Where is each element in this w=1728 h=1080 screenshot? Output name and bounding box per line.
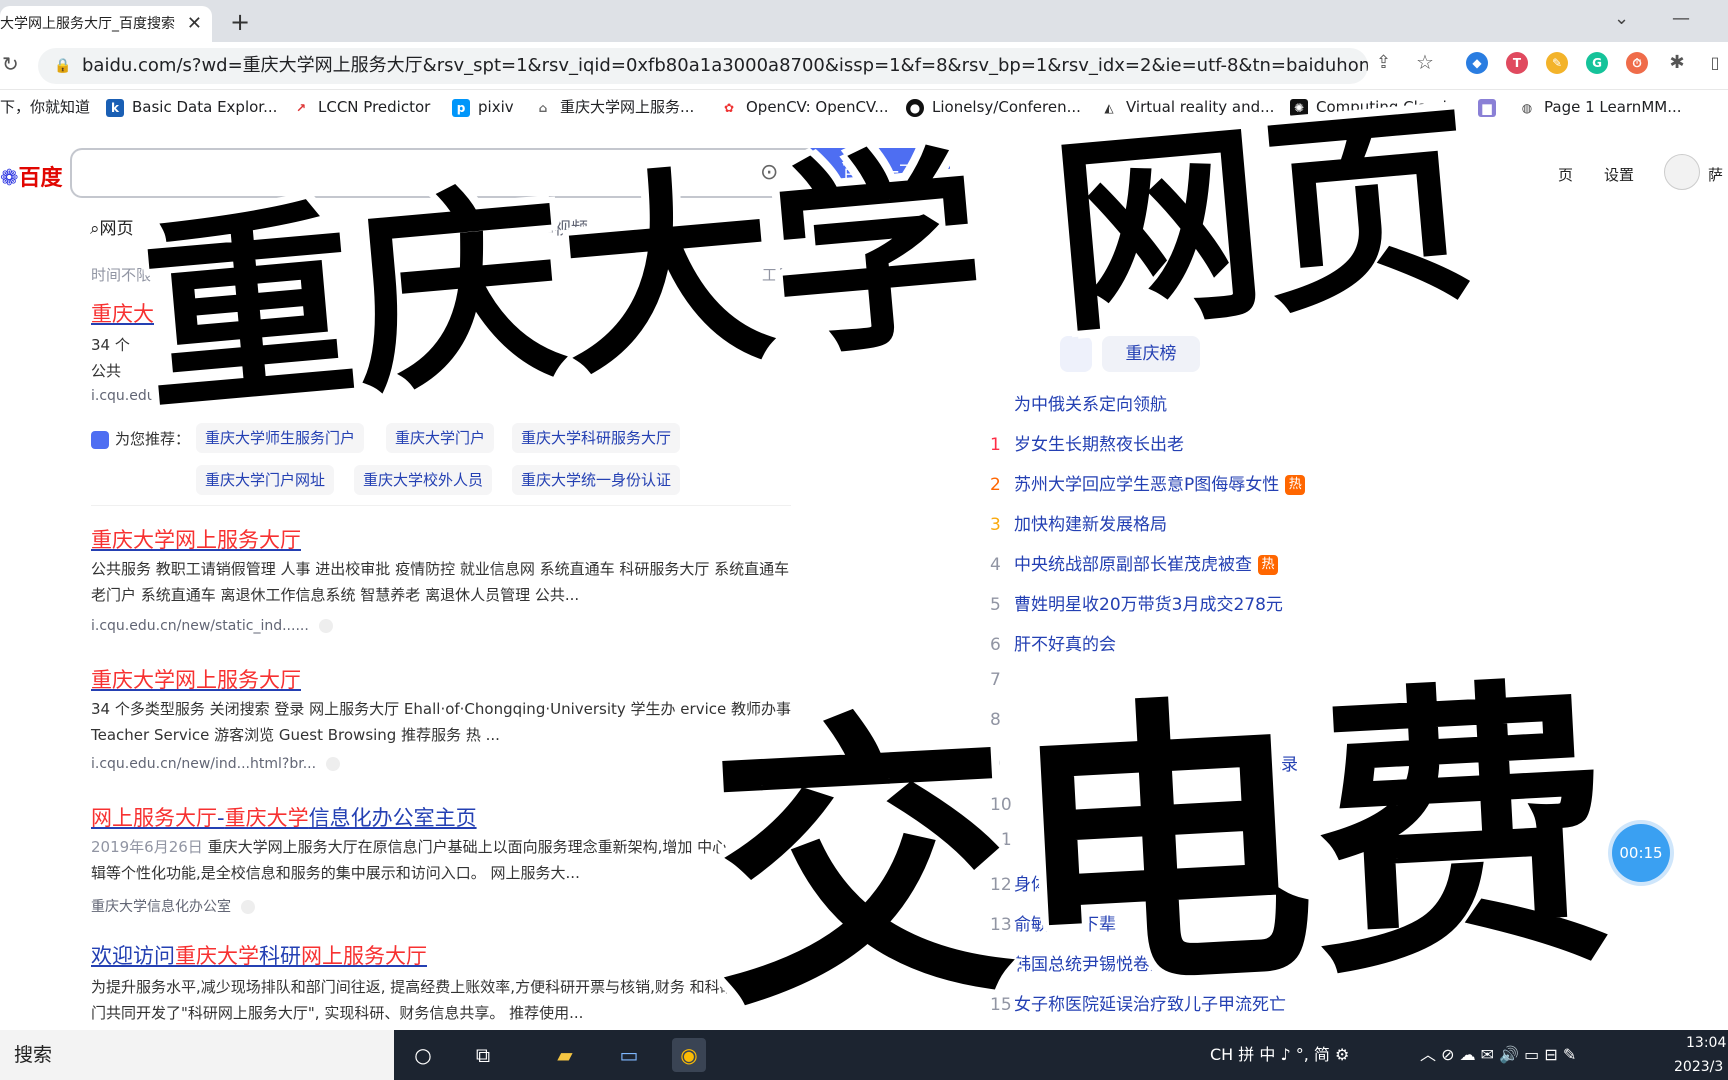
extension-timer-icon[interactable]: ⏱: [1626, 52, 1648, 74]
lock-icon: 🔒: [54, 58, 72, 74]
settings-link[interactable]: 设置: [1604, 164, 1634, 185]
tab-title: 大学网上服务大厅_百度搜索: [0, 16, 175, 32]
ime-indicator[interactable]: CH 拼 中 ♪ °, 简 ⚙: [1210, 1030, 1349, 1080]
avatar[interactable]: [1664, 154, 1700, 190]
remote-desktop-icon[interactable]: ▭: [612, 1038, 646, 1072]
result-snippet: 34 个多类型服务 关闭搜索 登录 网上服务大厅 Ehall·of·Chongq…: [91, 700, 791, 744]
extension-pen-icon[interactable]: ✎: [1546, 52, 1568, 74]
result-snippet: 为提升服务水平,减少现场排队和部门间往返, 提高经费上账效率,方便科研开票与核销…: [91, 978, 780, 1022]
task-view-icon[interactable]: ⧉: [466, 1038, 500, 1072]
overlay-title-line2: 交电费: [703, 651, 1621, 1048]
dropdown-icon[interactable]: [318, 619, 333, 633]
chrome-icon[interactable]: ◉: [672, 1038, 706, 1072]
bookmark-item[interactable]: ▆: [1478, 90, 1504, 124]
result-title[interactable]: 欢迎访问重庆大学科研网上服务大厅: [91, 940, 427, 970]
pixiv-icon: p: [452, 98, 470, 117]
recommend-chip[interactable]: 重庆大学统一身份认证: [512, 465, 681, 495]
search-icon: ⌕: [90, 219, 100, 239]
chevron-down-icon[interactable]: ⌄: [1614, 8, 1629, 29]
result-title[interactable]: 网上服务大厅-重庆大学信息化办公室主页: [91, 802, 477, 832]
timer-badge[interactable]: 00:15: [1612, 824, 1670, 882]
extension-t-icon[interactable]: T: [1506, 52, 1528, 74]
bookmark-item[interactable]: ↗ LCCN Predictor: [292, 90, 430, 124]
recommend-chip[interactable]: 重庆大学校外人员: [354, 465, 493, 495]
close-icon[interactable]: ✕: [187, 6, 202, 42]
bookmark-item[interactable]: ◍ Page 1 LearnMM...: [1518, 90, 1682, 124]
reload-icon[interactable]: ↻: [2, 52, 19, 76]
chart-icon: ↗: [292, 98, 310, 117]
bookmark-item[interactable]: k Basic Data Explor...: [106, 90, 277, 124]
k-icon: k: [106, 98, 124, 117]
recommend-icon: [91, 430, 109, 449]
result-snippet: 2019年6月26日 重庆大学网上服务大厅在原信息门户基础上以面向服务理念重新架…: [91, 838, 788, 882]
hot-item[interactable]: 3 加快构建新发展格局: [990, 510, 1167, 535]
hot-item[interactable]: 为中俄关系定向领航: [990, 390, 1167, 415]
divider: [91, 505, 791, 506]
tab-strip: 大学网上服务大厅_百度搜索 ✕ + ⌄ —: [0, 0, 1728, 42]
result-snippet: 公共服务 教职工请销假管理 人事 进出校审批 疫情防控 就业信息网 系统直通车 …: [91, 560, 790, 604]
browser-toolbar: ↻ 🔒 baidu.com/s?wd=重庆大学网上服务大厅&rsv_spt=1&…: [0, 42, 1728, 90]
file-explorer-icon[interactable]: ▰: [548, 1038, 582, 1072]
extension-shield-icon[interactable]: ◆: [1466, 52, 1488, 74]
chart-bars-icon: ▆: [1478, 98, 1496, 117]
baidu-logo[interactable]: ❁百度: [0, 160, 62, 192]
username[interactable]: 萨: [1708, 164, 1723, 185]
sidebar-icon[interactable]: ▯: [1704, 52, 1726, 74]
dropdown-icon[interactable]: [326, 757, 341, 771]
puzzle-icon[interactable]: ✱: [1666, 52, 1688, 74]
bookmark-item[interactable]: 下，你就知道: [0, 90, 90, 124]
recommend-chip[interactable]: 重庆大学门户网址: [196, 465, 335, 495]
system-tray-icons[interactable]: ︿ ⊘ ☁ ✉ 🔊 ▭ ⊟ ✎: [1420, 1030, 1576, 1080]
hot-badge: 热: [1258, 555, 1278, 575]
result-title[interactable]: 重庆大学网上服务大厅: [91, 524, 301, 554]
result-url[interactable]: 重庆大学信息化办公室: [91, 896, 255, 916]
top-link[interactable]: 页: [1558, 164, 1573, 185]
minimize-icon[interactable]: —: [1672, 8, 1690, 29]
taskbar: 搜索 ○ ⧉ ▰ ▭ ◉ CH 拼 中 ♪ °, 简 ⚙ ︿ ⊘ ☁ ✉ 🔊 ▭…: [0, 1030, 1728, 1080]
result-url[interactable]: i.cqu.edu.cn/new/static_ind......: [91, 618, 333, 634]
cortana-icon[interactable]: ○: [406, 1038, 440, 1072]
new-tab-button[interactable]: +: [230, 8, 250, 36]
result-url[interactable]: i.cqu.edu.cn/new/ind...html?br...: [91, 756, 341, 772]
clock-date[interactable]: 2023/3: [1674, 1042, 1723, 1080]
result-title[interactable]: 重庆大学网上服务大厅: [91, 664, 301, 694]
dropdown-icon[interactable]: [241, 900, 255, 914]
globe-icon: ◍: [1518, 98, 1536, 117]
grammarly-icon[interactable]: G: [1586, 52, 1608, 74]
tab-active[interactable]: 大学网上服务大厅_百度搜索 ✕: [0, 6, 212, 42]
hot-item[interactable]: 2 苏州大学回应学生恶意P图侮辱女性热: [990, 470, 1306, 495]
hot-item[interactable]: 4 中央统战部原副部长崔茂虎被查热: [990, 550, 1278, 575]
hot-item[interactable]: 1 岁女生长期熬夜长出老: [990, 430, 1184, 455]
hot-badge: 热: [1285, 475, 1306, 495]
tab-web[interactable]: ⌕网页: [90, 214, 134, 239]
recommend-chip[interactable]: 重庆大学科研服务大厅: [512, 423, 681, 453]
taskbar-search[interactable]: 搜索: [0, 1030, 394, 1080]
